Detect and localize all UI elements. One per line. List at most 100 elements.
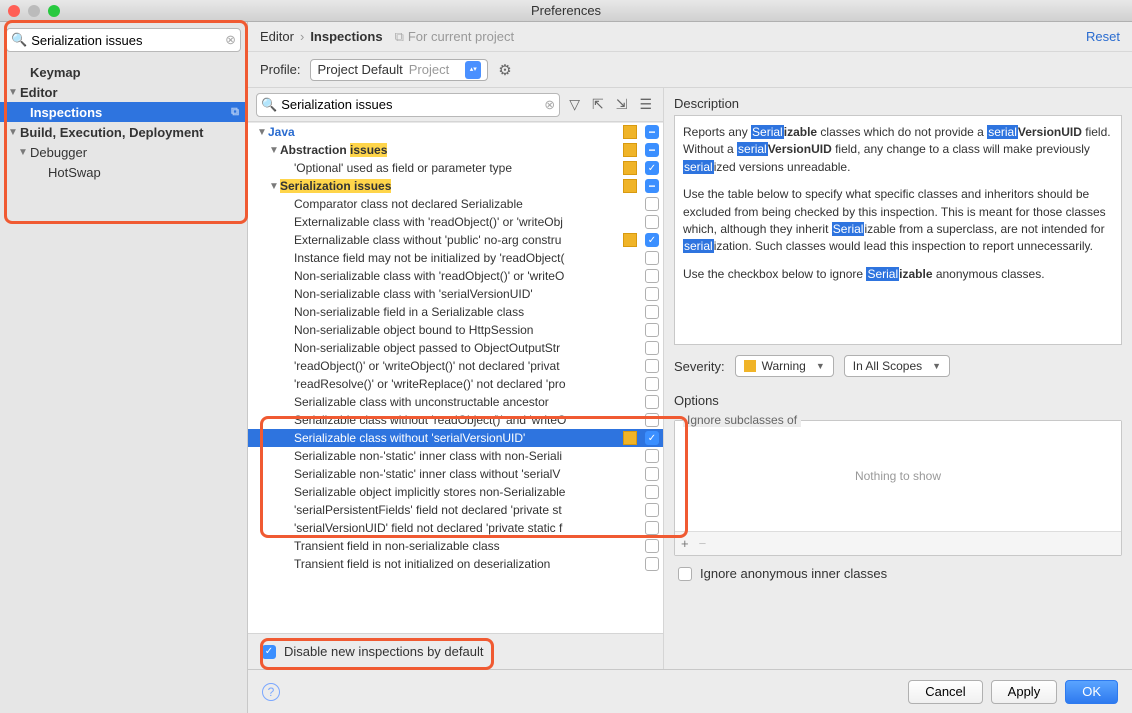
description-p1: Reports any Serializable classes which d… <box>683 124 1113 176</box>
inspection-checkbox[interactable] <box>645 305 659 319</box>
tree-row-label: Serializable non-'static' inner class wi… <box>294 449 619 463</box>
sidebar-item[interactable]: ▼Build, Execution, Deployment <box>0 122 247 142</box>
collapse-icon[interactable]: ⇲ <box>613 96 631 113</box>
tree-row[interactable]: Non-serializable class with 'serialVersi… <box>248 285 663 303</box>
tree-row-label: Java <box>268 125 619 139</box>
sidebar-search-input[interactable] <box>31 33 225 48</box>
inspection-checkbox[interactable] <box>645 269 659 283</box>
window-title: Preferences <box>0 3 1132 18</box>
inspection-checkbox[interactable] <box>645 503 659 517</box>
clear-search-icon[interactable]: ⊗ <box>544 97 555 113</box>
tree-row-label: Non-serializable class with 'readObject(… <box>294 269 619 283</box>
search-icon: 🔍 <box>11 32 27 48</box>
inspection-search-input[interactable] <box>281 97 544 112</box>
severity-indicator <box>623 143 637 157</box>
tree-row-label: Serialization issues <box>280 179 619 193</box>
inspection-checkbox[interactable] <box>645 449 659 463</box>
apply-button[interactable]: Apply <box>991 680 1058 704</box>
inspection-tree[interactable]: ▼Java▼Abstraction issues'Optional' used … <box>248 122 663 633</box>
ignore-anon-checkbox[interactable] <box>678 567 692 581</box>
expand-icon[interactable]: ⇱ <box>589 96 607 113</box>
tree-row[interactable]: 'serialVersionUID' field not declared 'p… <box>248 519 663 537</box>
show-icon[interactable]: ☰ <box>636 96 655 113</box>
cancel-button[interactable]: Cancel <box>908 680 982 704</box>
tree-row-label: Serializable non-'static' inner class wi… <box>294 467 619 481</box>
help-icon[interactable]: ? <box>262 683 280 701</box>
severity-select[interactable]: Warning ▼ <box>735 355 834 377</box>
tree-row[interactable]: 'readObject()' or 'writeObject()' not de… <box>248 357 663 375</box>
subclass-list[interactable]: Nothing to show <box>675 421 1121 531</box>
tree-row[interactable]: Externalizable class without 'public' no… <box>248 231 663 249</box>
fieldset-legend: Ignore subclasses of <box>683 413 801 427</box>
tree-row-label: Transient field is not initialized on de… <box>294 557 619 571</box>
inspection-checkbox[interactable] <box>645 251 659 265</box>
clear-search-icon[interactable]: ⊗ <box>225 32 236 48</box>
tree-row[interactable]: Transient field is not initialized on de… <box>248 555 663 573</box>
tree-row[interactable]: Non-serializable field in a Serializable… <box>248 303 663 321</box>
remove-icon[interactable]: − <box>699 536 707 551</box>
tree-row[interactable]: Non-serializable object passed to Object… <box>248 339 663 357</box>
tree-row[interactable]: Serializable class without 'serialVersio… <box>248 429 663 447</box>
inspection-checkbox[interactable] <box>645 161 659 175</box>
inspection-checkbox[interactable] <box>645 233 659 247</box>
tree-row-label: Serializable class without 'serialVersio… <box>294 431 619 445</box>
tree-row[interactable]: Externalizable class with 'readObject()'… <box>248 213 663 231</box>
copy-icon[interactable]: ⧉ <box>231 106 239 119</box>
gear-icon[interactable]: ⚙ <box>498 61 511 79</box>
sidebar-item[interactable]: ▼Debugger <box>0 142 247 162</box>
inspection-checkbox[interactable] <box>645 341 659 355</box>
inspection-checkbox[interactable] <box>645 521 659 535</box>
tree-row[interactable]: Serializable class without 'readObject()… <box>248 411 663 429</box>
sidebar-item[interactable]: Inspections⧉ <box>0 102 247 122</box>
tree-row[interactable]: 'serialPersistentFields' field not decla… <box>248 501 663 519</box>
inspection-checkbox[interactable] <box>645 287 659 301</box>
ok-button[interactable]: OK <box>1065 680 1118 704</box>
inspection-checkbox[interactable] <box>645 413 659 427</box>
tree-row[interactable]: Instance field may not be initialized by… <box>248 249 663 267</box>
severity-indicator <box>623 503 637 517</box>
scope-select[interactable]: In All Scopes ▼ <box>844 355 950 377</box>
profile-select[interactable]: Project Default Project ▴▾ <box>310 59 488 81</box>
tree-row[interactable]: Serializable non-'static' inner class wi… <box>248 465 663 483</box>
inspection-checkbox[interactable] <box>645 323 659 337</box>
tree-row[interactable]: Non-serializable object bound to HttpSes… <box>248 321 663 339</box>
sidebar-item-label: HotSwap <box>48 165 101 180</box>
severity-indicator <box>623 125 637 139</box>
reset-link[interactable]: Reset <box>1086 29 1120 44</box>
inspection-search[interactable]: 🔍 ⊗ <box>256 93 560 117</box>
tree-row[interactable]: 'readResolve()' or 'writeReplace()' not … <box>248 375 663 393</box>
tree-row[interactable]: Non-serializable class with 'readObject(… <box>248 267 663 285</box>
inspection-checkbox[interactable] <box>645 215 659 229</box>
inspection-checkbox[interactable] <box>645 377 659 391</box>
inspection-checkbox[interactable] <box>645 431 659 445</box>
tree-row[interactable]: Serializable class with unconstructable … <box>248 393 663 411</box>
inspection-checkbox[interactable] <box>645 125 659 139</box>
add-icon[interactable]: + <box>681 536 689 551</box>
inspection-checkbox[interactable] <box>645 359 659 373</box>
tree-row[interactable]: Serializable non-'static' inner class wi… <box>248 447 663 465</box>
disable-new-checkbox[interactable] <box>262 645 276 659</box>
tree-row-label: 'serialPersistentFields' field not decla… <box>294 503 619 517</box>
tree-row[interactable]: Transient field in non-serializable clas… <box>248 537 663 555</box>
inspection-checkbox[interactable] <box>645 485 659 499</box>
severity-indicator <box>623 395 637 409</box>
breadcrumb-a[interactable]: Editor <box>260 29 294 44</box>
inspection-checkbox[interactable] <box>645 197 659 211</box>
inspection-checkbox[interactable] <box>645 179 659 193</box>
inspection-checkbox[interactable] <box>645 557 659 571</box>
tree-row[interactable]: 'Optional' used as field or parameter ty… <box>248 159 663 177</box>
inspection-checkbox[interactable] <box>645 539 659 553</box>
tree-row[interactable]: ▼Serialization issues <box>248 177 663 195</box>
tree-row[interactable]: ▼Java <box>248 123 663 141</box>
sidebar-item[interactable]: ▼Editor <box>0 82 247 102</box>
sidebar-search[interactable]: 🔍 ⊗ <box>6 28 241 52</box>
tree-row[interactable]: Serializable object implicitly stores no… <box>248 483 663 501</box>
sidebar-item[interactable]: HotSwap <box>0 162 247 182</box>
filter-icon[interactable]: ▽ <box>566 96 583 113</box>
tree-row[interactable]: ▼Abstraction issues <box>248 141 663 159</box>
sidebar-item[interactable]: Keymap <box>0 62 247 82</box>
inspection-checkbox[interactable] <box>645 395 659 409</box>
tree-row[interactable]: Comparator class not declared Serializab… <box>248 195 663 213</box>
inspection-checkbox[interactable] <box>645 143 659 157</box>
inspection-checkbox[interactable] <box>645 467 659 481</box>
